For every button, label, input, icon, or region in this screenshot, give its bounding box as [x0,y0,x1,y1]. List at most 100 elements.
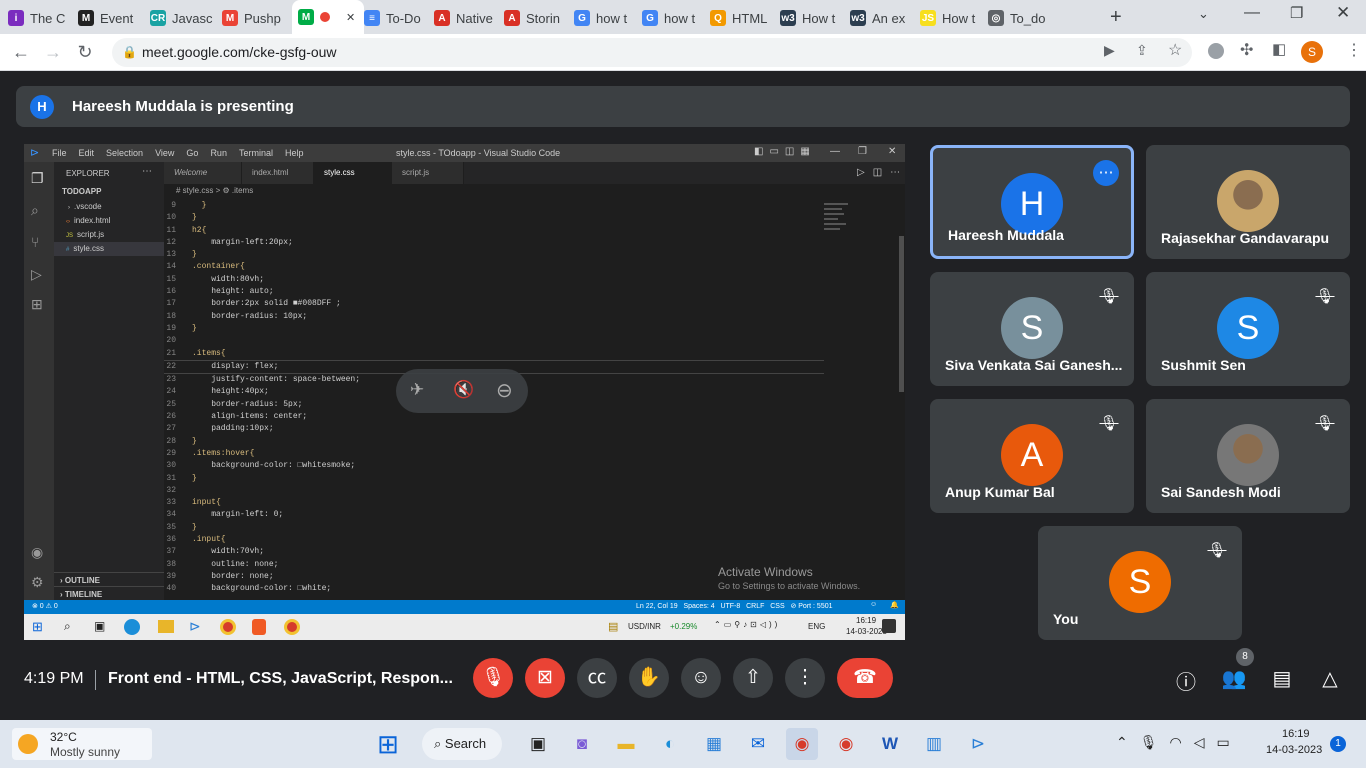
close-window-icon[interactable]: ✕ [1336,3,1350,23]
reactions-button[interactable]: ☺ [681,658,721,698]
chrome-icon[interactable]: ◉ [786,728,818,760]
extensions-icon[interactable]: ✣ [1240,40,1253,60]
system-tray-icons[interactable]: ⌃🎙◠◁▭ [1116,734,1242,751]
line-number: 24 [166,387,176,397]
browser-tab[interactable]: Q HTML [710,6,780,30]
browser-tab[interactable]: M ✕ [292,0,364,34]
restore-icon[interactable]: ❐ [1290,4,1303,22]
start-button[interactable]: ⊞ [372,728,404,760]
side-panel-icon[interactable]: ◧ [1272,40,1286,58]
line-number: 14 [166,262,176,272]
meet-chat-icon[interactable]: ◙ [566,728,598,760]
word-icon[interactable]: W [874,728,906,760]
tab-favicon-icon: JS [920,10,936,26]
shared-vscode-icon: ⊳ [189,618,201,634]
browser-tab[interactable]: w3 An ex [850,6,920,30]
participant-tile[interactable]: Sai Sandesh Modi 🎙 [1146,399,1350,513]
code-line: 16 height: auto; [164,286,824,298]
bookmark-star-icon[interactable]: ☆ [1168,40,1182,60]
reload-icon[interactable]: ↻ [74,42,96,62]
notepad-icon[interactable]: ▥ [918,728,950,760]
code-text: } [192,473,197,483]
participant-tile[interactable]: Rajasekhar Gandavarapu [1146,145,1350,259]
participant-tile[interactable]: S Sushmit Sen 🎙 [1146,272,1350,386]
browser-tab[interactable]: Ghow t [642,6,710,30]
editor-scrollbar [899,236,904,392]
tab-title: how t [596,10,628,26]
extension-g-icon[interactable] [1208,43,1224,59]
code-text: border-radius: 10px; [192,311,308,321]
camera-icon[interactable]: ▶ [1104,42,1115,59]
raise-hand-button[interactable]: ✋ [629,658,669,698]
browser-tab[interactable]: ◎ To_do [988,6,1060,30]
minimize-icon[interactable]: — [1244,4,1260,22]
browser-tab[interactable]: w3 How t [780,6,850,30]
profile-avatar[interactable]: S [1301,41,1323,63]
layout-icons: ◧▭◫▦ [754,146,816,157]
tab-title: To_do [1010,10,1046,26]
presenting-text: Hareesh Muddala is presenting [72,98,294,115]
browser-tab[interactable]: Ghow t [574,6,642,30]
browser-tab[interactable]: A Storin [504,6,574,30]
store-icon[interactable]: ▦ [698,728,730,760]
code-line: 11 h2{ [164,225,824,237]
notification-badge[interactable]: 1 [1330,736,1346,752]
browser-tab[interactable]: i The C [8,6,78,30]
extensions-icon: ⊞ [31,296,43,312]
menu-icon[interactable]: ⋮ [1346,40,1362,60]
back-icon[interactable]: ← [10,42,32,62]
browser-tab[interactable]: A Native [434,6,504,30]
browser-tab[interactable]: CR Javasc [150,6,222,30]
participant-tile[interactable]: S You 🎙 [1038,526,1242,640]
participant-tile[interactable]: H Hareesh Muddala ⋯ [930,145,1134,259]
browser-tab[interactable]: M Event [78,6,150,30]
remove-icon[interactable]: ⊖ [496,378,513,403]
mute-audio-icon[interactable]: 🔇 [453,380,474,400]
unpin-icon[interactable]: ✈ [410,380,424,400]
camera-off-button[interactable]: ⊠ [525,658,565,698]
taskbar-search[interactable]: ⌕ Search [422,728,502,760]
mail-icon[interactable]: ✉ [742,728,774,760]
browser-tab[interactable]: M Pushp [222,6,292,30]
close-tab-icon[interactable]: ✕ [346,11,355,24]
file-tree-item: JS script.js [54,228,164,242]
chat-button[interactable]: ▤ [1268,666,1296,691]
line-number: 39 [166,571,176,581]
code-text: background-color: □whitesmoke; [192,461,356,471]
chrome-profile-icon[interactable]: ◉ [830,728,862,760]
participant-tile[interactable]: A Anup Kumar Bal 🎙 [930,399,1134,513]
address-input[interactable]: 🔒 meet.google.com/cke-gsfg-ouw [112,38,1192,67]
file-type-icon: › [68,205,70,211]
more-options-icon[interactable]: ⋯ [1093,160,1119,186]
vscode-icon[interactable]: ⊳ [962,728,994,760]
line-number: 37 [166,547,176,557]
microphone-off-button[interactable]: 🎙 [473,658,513,698]
tab-search-icon[interactable]: ⌄ [1198,6,1209,22]
meeting-controls-bar: 4:19 PM Front end - HTML, CSS, JavaScrip… [0,640,1366,720]
tab-favicon-icon: Q [710,10,726,26]
code-text: border:2px solid ■#008DFF ; [192,299,341,309]
captions-button[interactable]: ㏄ [577,658,617,698]
file-explorer-icon[interactable]: ▬ [610,728,642,760]
line-number: 36 [166,535,176,545]
present-button[interactable]: ⇧ [733,658,773,698]
activities-button[interactable]: △ [1316,666,1344,691]
participant-tile[interactable]: S Siva Venkata Sai Ganesh... 🎙 [930,272,1134,386]
bell-icon: 🔔 [890,602,899,609]
new-tab-button[interactable]: + [1110,6,1122,29]
share-icon[interactable]: ⇪ [1136,42,1148,59]
forward-icon[interactable]: → [42,42,64,62]
more-actions-icon: ⋯ [142,166,152,177]
shared-chart-icon: ▤ [608,621,619,633]
more-options-button[interactable]: ⋮ [785,658,825,698]
activate-windows-title: Activate Windows [718,565,813,579]
meeting-details-button[interactable]: ⓘ [1172,666,1200,695]
people-button[interactable]: 👥 [1220,666,1248,691]
weather-widget[interactable]: 32°C Mostly sunny [12,728,152,760]
task-view-icon[interactable]: ▣ [522,728,554,760]
line-number: 20 [166,336,176,346]
browser-tab[interactable]: JS How t [920,6,988,30]
leave-call-button[interactable]: ☎ [837,658,893,698]
browser-tab[interactable]: ≡ To-Do [364,6,434,30]
edge-icon[interactable]: ◐ [654,728,686,760]
